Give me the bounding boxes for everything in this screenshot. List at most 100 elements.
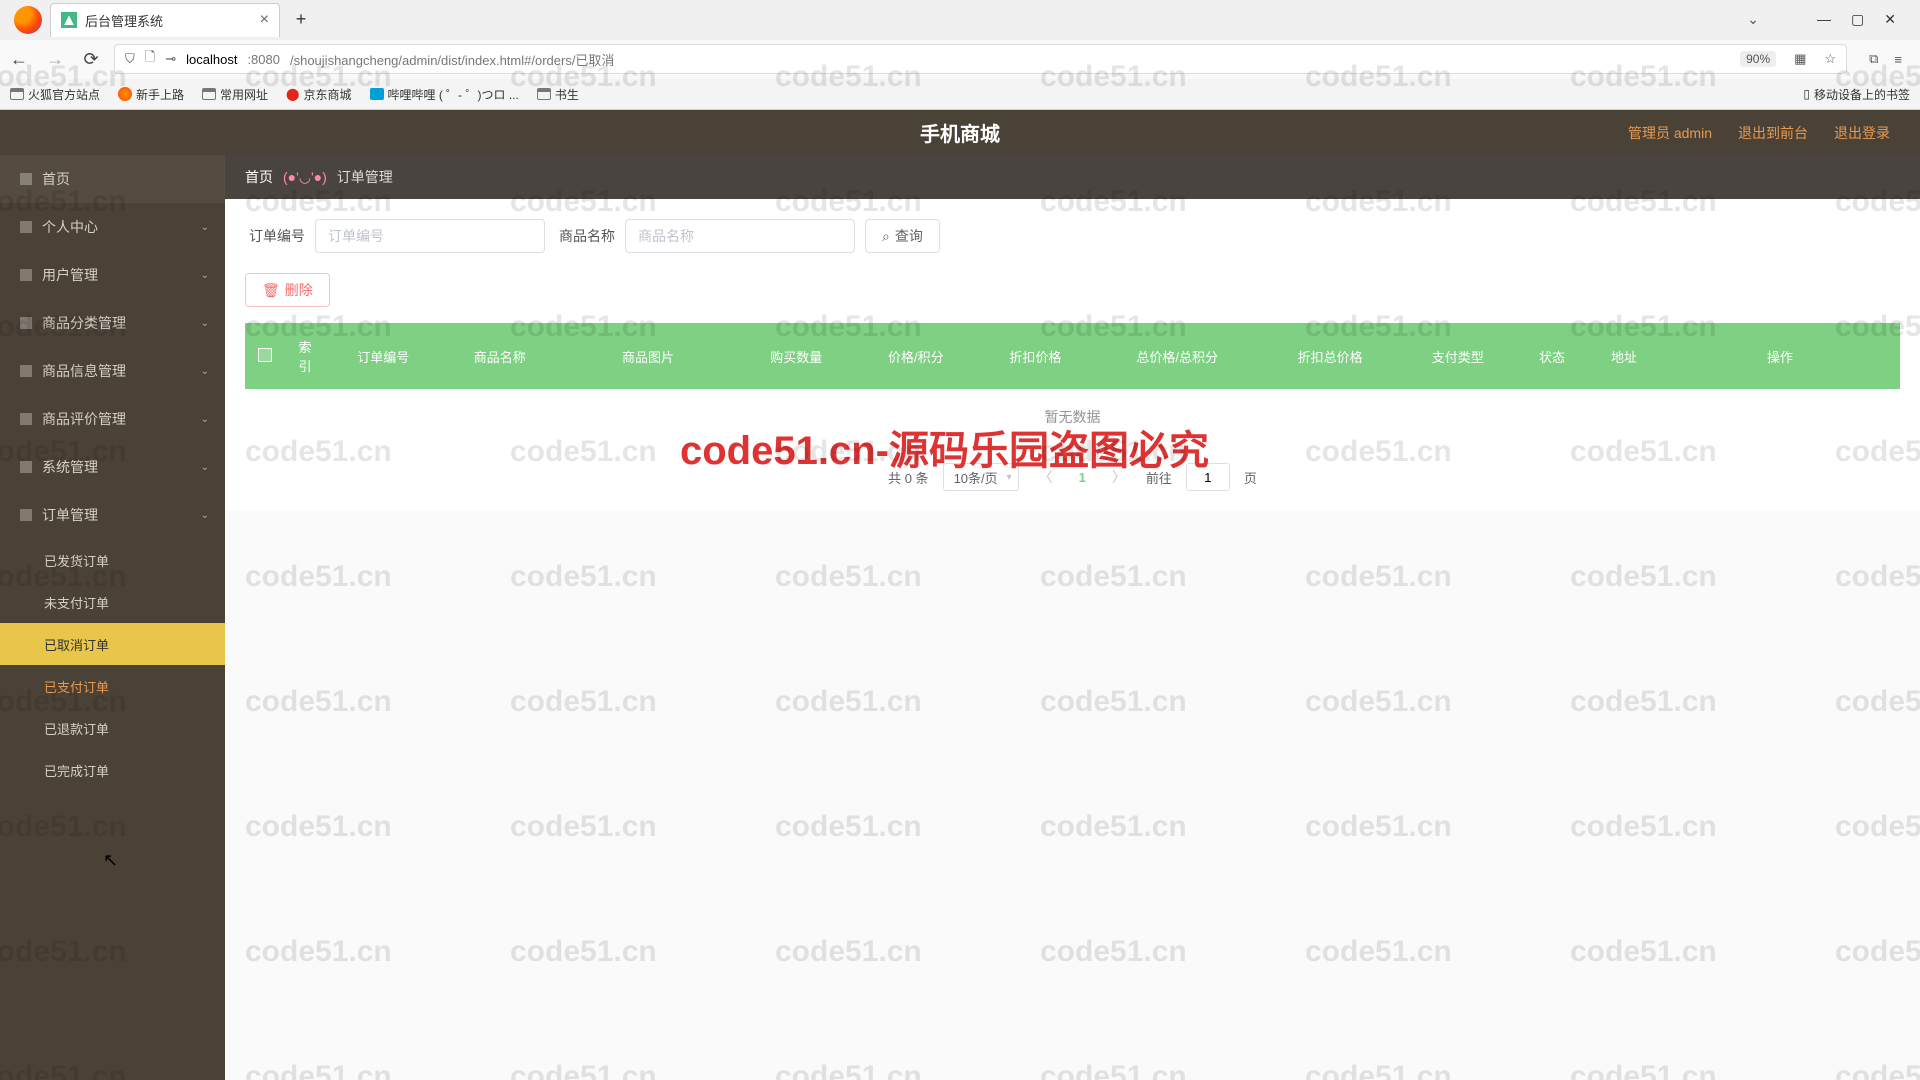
logout-button[interactable]: 退出登录 — [1834, 123, 1890, 143]
bilibili-icon — [370, 88, 384, 100]
extension-icon[interactable]: ⧉ — [1869, 51, 1878, 67]
maximize-icon[interactable]: ▢ — [1851, 11, 1864, 28]
col-discount-total: 折扣总价格 — [1261, 323, 1400, 389]
nav-reload-icon[interactable]: ⟳ — [78, 49, 104, 70]
page-size-select[interactable]: 10条/页 — [943, 463, 1019, 491]
folder-icon — [202, 88, 216, 100]
search-button[interactable]: ⌕查询 — [865, 219, 940, 253]
search-button-label: 查询 — [895, 226, 923, 246]
pager-goto-suffix: 页 — [1244, 468, 1257, 487]
nav-sub-completed[interactable]: 已完成订单 — [0, 749, 225, 791]
permissions-icon[interactable]: ⊸ — [165, 51, 176, 67]
col-order-id: 订单编号 — [325, 323, 441, 389]
user-icon — [20, 221, 32, 233]
product-name-label: 商品名称 — [559, 226, 615, 246]
minimize-icon[interactable]: — — [1817, 11, 1831, 28]
nav-home[interactable]: 首页 — [0, 155, 225, 203]
nav-sub-unpaid[interactable]: 未支付订单 — [0, 581, 225, 623]
folder-icon — [537, 88, 551, 100]
checkbox-icon[interactable] — [258, 348, 272, 362]
mobile-icon: ▯ — [1803, 87, 1810, 101]
col-quantity: 购买数量 — [738, 323, 854, 389]
col-pay-type: 支付类型 — [1400, 323, 1516, 389]
nav-category[interactable]: 商品分类管理⌄ — [0, 299, 225, 347]
admin-label[interactable]: 管理员 admin — [1628, 123, 1712, 143]
col-checkbox[interactable] — [245, 323, 285, 389]
close-window-icon[interactable]: ✕ — [1884, 11, 1896, 28]
to-front-button[interactable]: 退出到前台 — [1738, 123, 1808, 143]
window-controls: — ▢ ✕ — [1799, 11, 1914, 28]
url-field[interactable]: ⛉ 🗋 ⊸ localhost:8080/shoujishangcheng/ad… — [114, 44, 1847, 74]
header-right: 管理员 admin 退出到前台 退出登录 — [1628, 123, 1890, 143]
url-host: localhost — [186, 52, 237, 67]
browser-tab[interactable]: 后台管理系统 × — [50, 3, 280, 37]
pager-current[interactable]: 1 — [1073, 470, 1092, 485]
nav-back-icon[interactable]: ← — [6, 49, 32, 70]
browser-chrome: 后台管理系统 × + ⌄ — ▢ ✕ ← → ⟳ ⛉ 🗋 ⊸ localhost… — [0, 0, 1920, 110]
bookmark-item[interactable]: 书生 — [537, 86, 579, 103]
chevron-down-icon: ⌄ — [201, 414, 209, 425]
nav-reviews[interactable]: 商品评价管理⌄ — [0, 395, 225, 443]
col-address: 地址 — [1588, 323, 1660, 389]
menu-icon[interactable]: ≡ — [1894, 52, 1902, 67]
firefox-icon — [14, 6, 42, 34]
shield-icon[interactable]: ⛉ — [125, 51, 135, 67]
action-row: 🗑删除 — [245, 273, 1900, 307]
crumb-home[interactable]: 首页 — [245, 167, 273, 187]
delete-button[interactable]: 🗑删除 — [245, 273, 330, 307]
sidebar: 首页 个人中心⌄ 用户管理⌄ 商品分类管理⌄ 商品信息管理⌄ 商品评价管理⌄ 系… — [0, 155, 225, 1080]
lock-icon[interactable]: 🗋 — [145, 48, 155, 70]
bookmark-item[interactable]: ⬤京东商城 — [286, 86, 351, 103]
search-row: 订单编号 商品名称 ⌕查询 — [245, 219, 1900, 253]
address-bar: ← → ⟳ ⛉ 🗋 ⊸ localhost:8080/shoujishangch… — [0, 40, 1920, 80]
nav-sub-shipped[interactable]: 已发货订单 — [0, 539, 225, 581]
pager-total: 共 0 条 — [888, 468, 928, 487]
nav-label: 商品信息管理 — [42, 361, 126, 381]
pager-goto-input[interactable] — [1186, 463, 1230, 491]
bookmark-item[interactable]: 常用网址 — [202, 86, 268, 103]
crumb-current: 订单管理 — [337, 167, 393, 187]
category-icon — [20, 317, 32, 329]
nav-orders[interactable]: 订单管理⌄ — [0, 491, 225, 539]
tab-bar: 后台管理系统 × + ⌄ — ▢ ✕ — [0, 0, 1920, 40]
face-icon: (●'◡'●) — [283, 169, 327, 186]
jd-icon: ⬤ — [286, 87, 299, 101]
nav-label: 个人中心 — [42, 217, 98, 237]
nav-system[interactable]: 系统管理⌄ — [0, 443, 225, 491]
pager-prev-icon[interactable]: 〈 — [1033, 467, 1059, 487]
bookmark-item[interactable]: 哔哩哔哩 ( ゜- ゜)つロ ... — [370, 86, 519, 103]
order-id-input[interactable] — [315, 219, 545, 253]
delete-button-label: 删除 — [285, 280, 313, 300]
chevron-down-icon: ⌄ — [201, 222, 209, 233]
nav-sub-cancelled[interactable]: 已取消订单 — [0, 623, 225, 665]
tab-close-icon[interactable]: × — [260, 11, 269, 29]
table-empty-row: 暂无数据 — [245, 389, 1900, 445]
nav-label: 首页 — [42, 169, 70, 189]
nav-sub-refunded[interactable]: 已退款订单 — [0, 707, 225, 749]
product-name-input[interactable] — [625, 219, 855, 253]
nav-label: 系统管理 — [42, 457, 98, 477]
tab-title: 后台管理系统 — [85, 11, 252, 30]
nav-label: 商品分类管理 — [42, 313, 126, 333]
gear-icon — [20, 461, 32, 473]
nav-profile[interactable]: 个人中心 ⌄ — [0, 203, 225, 251]
bookmark-item[interactable]: 新手上路 — [118, 86, 184, 103]
qr-icon[interactable]: ▦ — [1794, 51, 1806, 67]
nav-users[interactable]: 用户管理⌄ — [0, 251, 225, 299]
col-actions: 操作 — [1660, 323, 1900, 389]
bookmark-star-icon[interactable]: ☆ — [1824, 51, 1836, 67]
nav-sub-paid[interactable]: 已支付订单 — [0, 665, 225, 707]
tabs-dropdown-icon[interactable]: ⌄ — [1747, 11, 1759, 28]
zoom-badge[interactable]: 90% — [1740, 51, 1776, 67]
breadcrumb: 首页 (●'◡'●) 订单管理 — [225, 155, 1920, 199]
nav-forward-icon[interactable]: → — [42, 49, 68, 70]
mobile-bookmarks[interactable]: ▯移动设备上的书签 — [1803, 86, 1910, 103]
nav-product-info[interactable]: 商品信息管理⌄ — [0, 347, 225, 395]
users-icon — [20, 269, 32, 281]
bookmark-item[interactable]: 火狐官方站点 — [10, 86, 100, 103]
table-header: 索引 订单编号 商品名称 商品图片 购买数量 价格/积分 折扣价格 总价格/总积… — [245, 323, 1900, 389]
pager-next-icon[interactable]: 〉 — [1106, 467, 1132, 487]
nav-label: 用户管理 — [42, 265, 98, 285]
new-tab-button[interactable]: + — [286, 5, 316, 35]
col-price: 价格/积分 — [854, 323, 977, 389]
